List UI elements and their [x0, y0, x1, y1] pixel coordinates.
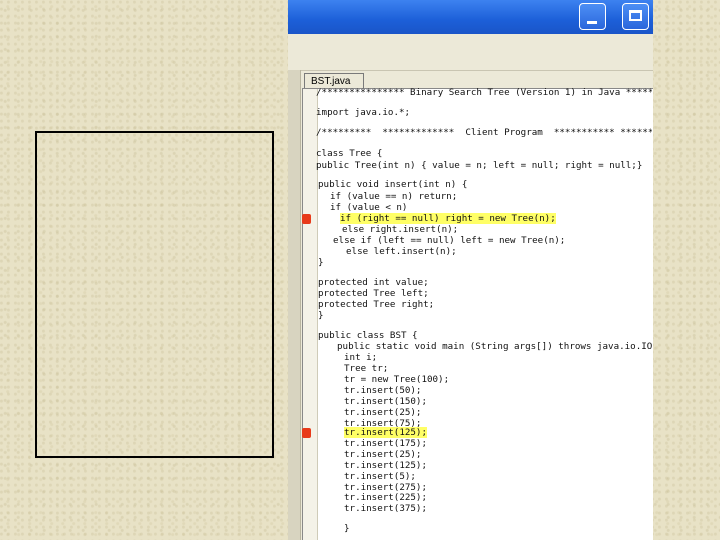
code-line: tr.insert(25); — [344, 407, 422, 418]
code-line: else left.insert(n); — [346, 246, 457, 257]
code-line: public class BST { — [318, 330, 418, 341]
code-line: tr.insert(375); — [344, 503, 427, 514]
code-line: tr.insert(125); — [344, 427, 427, 438]
ide-window: BST.java — [288, 0, 653, 540]
code-line: tr.insert(225); — [344, 492, 427, 503]
code-line: tr.insert(175); — [344, 438, 427, 449]
code-line: tr.insert(150); — [344, 396, 427, 407]
code-line: Tree tr; — [344, 363, 389, 374]
code-line: tr.insert(125); — [344, 460, 427, 471]
breakpoint-icon[interactable] — [302, 428, 311, 438]
code-line: protected Tree left; — [318, 288, 429, 299]
code-line: public Tree(int n) { value = n; left = n… — [316, 160, 643, 171]
empty-frame — [35, 131, 274, 458]
code-line: class Tree { — [316, 148, 383, 159]
maximize-icon[interactable] — [622, 3, 649, 30]
code-line: else if (left == null) left = new Tree(n… — [333, 235, 566, 246]
code-line: import java.io.*; — [316, 107, 411, 118]
minimize-icon[interactable] — [579, 3, 606, 30]
code-line: } — [318, 257, 324, 268]
code-line: tr.insert(5); — [344, 471, 416, 482]
code-line: } — [318, 310, 324, 321]
code-line: if (right == null) right = new Tree(n); — [340, 213, 556, 224]
code-line: public static void main (String args[]) … — [337, 341, 652, 352]
code-line: /********* ************* Client Program … — [316, 127, 652, 138]
code-line: protected Tree right; — [318, 299, 435, 310]
code-line: if (value < n) — [330, 202, 408, 213]
breakpoint-icon[interactable] — [302, 214, 311, 224]
code-line: tr = new Tree(100); — [344, 374, 450, 385]
tab-bst-java[interactable]: BST.java — [304, 73, 364, 88]
code-line: if (value == n) return; — [330, 191, 458, 202]
code-line: tr.insert(25); — [344, 449, 422, 460]
code-line: else right.insert(n); — [342, 224, 459, 235]
code-line: protected int value; — [318, 277, 429, 288]
code-line: tr.insert(50); — [344, 385, 422, 396]
side-panel-strip — [288, 70, 301, 540]
toolbar-area — [288, 34, 653, 71]
code-line: } — [344, 523, 350, 534]
code-line: int i; — [344, 352, 378, 363]
title-bar — [288, 0, 653, 34]
code-line: public void insert(int n) { — [318, 179, 468, 190]
code-line: /*************** Binary Search Tree (Ver… — [316, 87, 652, 98]
